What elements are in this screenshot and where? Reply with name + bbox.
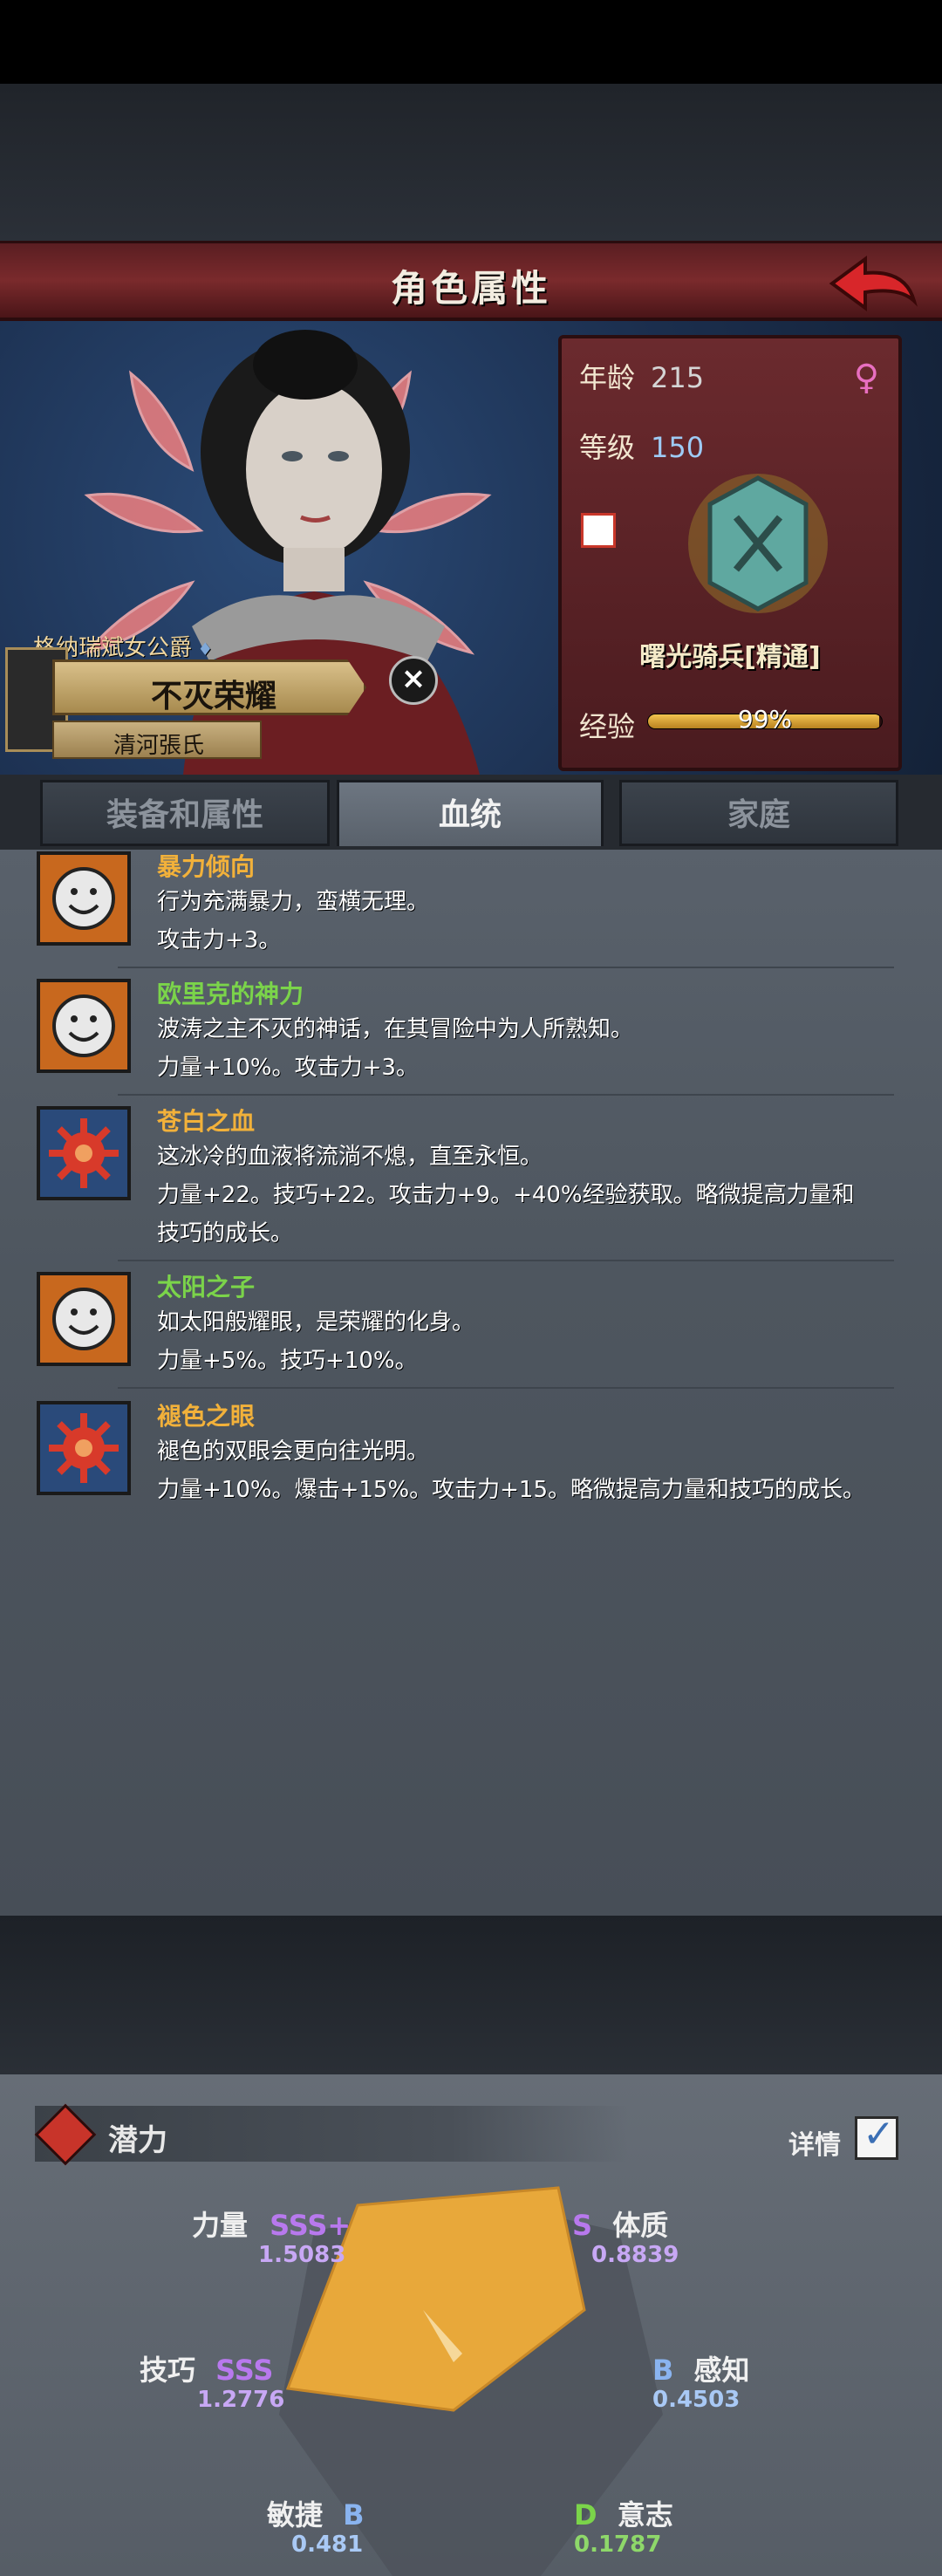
red-sun-emblem-icon [37,1401,131,1495]
mid-divider-band [0,1916,942,2074]
smiley-face-icon [37,979,131,1073]
potential-title: 潜力 [108,2123,167,2158]
value-perception: 0.4503 [652,2387,741,2413]
grade-strength: SSS+ [270,2209,352,2242]
title-bar: 角色属性 [0,241,942,321]
rank-crown-icon: ♦ [192,639,214,659]
character-hero: 格纳瑞斌女公爵 ♦ 不灭荣耀 清河張氏 × 年龄 215 ♀ 等级 150 曙光骑兵… [0,321,942,775]
back-arrow-icon[interactable] [825,252,921,315]
unit-badge-icon [581,513,616,548]
trait-description: 如太阳般耀眼，是荣耀的化身。 力量+5%。技巧+10%。 [157,1309,475,1374]
trait-name: 褪色之眼 [157,1402,256,1431]
female-symbol-icon: ♀ [853,358,879,398]
close-icon[interactable]: × [389,656,438,705]
top-backdrop [0,84,942,241]
trait-name: 暴力倾向 [157,852,256,881]
trait-description: 褪色的双眼会更向往光明。 力量+10%。爆击+15%。攻击力+15。略微提高力量… [157,1438,866,1503]
trait-description: 这冰冷的血液将流淌不熄，直至永恒。 力量+22。技巧+22。攻击力+9。+40%… [157,1144,855,1247]
value-constitution: 0.8839 [591,2242,679,2268]
status-bar [0,0,942,84]
trait-name: 欧里克的神力 [157,980,304,1008]
smiley-face-icon [37,851,131,946]
clan-name: 清河張氏 [113,733,205,759]
value-strength: 1.5083 [258,2242,346,2268]
screen-title: 角色属性 [390,267,551,310]
checkmark-icon: ✓ [863,2112,895,2156]
level-row: 等级 150 [579,431,705,464]
potential-diamond-icon [34,2103,97,2166]
tab-bloodline[interactable]: 血统 [337,780,604,846]
value-skill: 1.2776 [197,2387,285,2413]
character-name: 不灭荣耀 [151,679,277,714]
value-agility: 0.481 [291,2532,364,2558]
detail-label: 详情 [788,2130,841,2161]
name-plate[interactable]: 不灭荣耀 [52,659,366,715]
age-row: 年龄 215 [579,361,705,394]
exp-percent: 99% [737,705,793,734]
value-will: 0.1787 [574,2532,662,2558]
attr-perception: B 感知 [652,2354,750,2387]
clan-plate: 清河張氏 [52,721,262,759]
divider [118,1260,894,1261]
trait-description: 行为充满暴力，蛮横无理。 攻击力+3。 [157,889,430,953]
trait-description: 波涛之主不灭的神话，在其冒险中为人所熟知。 力量+10%。攻击力+3。 [157,1016,634,1081]
trait-list: 暴力倾向 行为充满暴力，蛮横无理。 攻击力+3。 欧里克的神力 波涛之主不灭的神… [0,850,942,1916]
tab-equipment[interactable]: 装备和属性 [40,780,330,846]
divider [118,1094,894,1096]
divider [118,967,894,968]
detail-checkbox[interactable]: ✓ [855,2112,898,2160]
red-sun-emblem-icon [37,1106,131,1200]
trait-name: 苍白之血 [157,1107,256,1136]
potential-header: 潜力 [34,2103,628,2166]
stats-panel: 年龄 215 ♀ 等级 150 曙光骑兵[精通] 经验 99% [558,335,902,771]
exp-label: 经验 [579,710,636,743]
trait-name: 太阳之子 [157,1273,256,1302]
tab-bar: 装备和属性 血统 家庭 [0,775,942,850]
age-value: 215 [651,361,705,394]
potential-panel: 潜力 详情 ✓ 力量 SSS+ 1.5083 S 体质 0.8839 B 感知 … [0,2074,942,2576]
attr-skill: 技巧 SSS [140,2354,274,2387]
tab-family[interactable]: 家庭 [619,780,898,846]
attr-constitution: S 体质 [572,2209,669,2242]
shield-emblem-icon[interactable] [684,469,832,618]
level-value: 150 [651,431,705,464]
divider [118,1387,894,1389]
attr-strength: 力量 SSS+ [192,2209,352,2242]
attr-agility: 敏捷 B [267,2498,365,2532]
attr-will: D 意志 [574,2498,673,2532]
unit-name: 曙光骑兵[精通] [639,642,821,673]
smiley-face-icon [37,1272,131,1366]
